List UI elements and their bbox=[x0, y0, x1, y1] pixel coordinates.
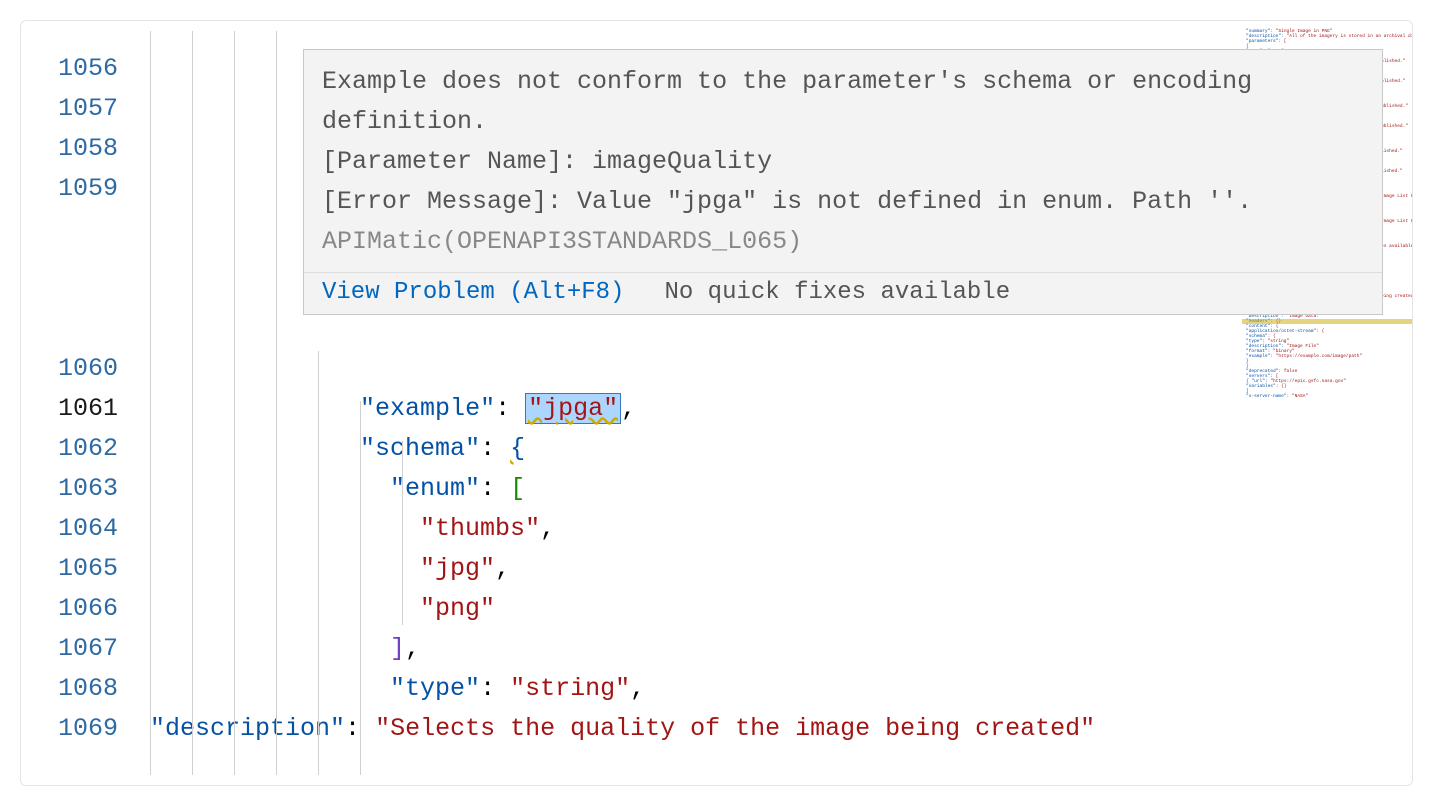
json-string: "string" bbox=[510, 674, 630, 703]
json-key: "type" bbox=[390, 674, 480, 703]
json-key: "enum" bbox=[390, 474, 480, 503]
line-number[interactable]: 1058 bbox=[21, 129, 118, 169]
line-number[interactable]: 1065 bbox=[21, 549, 118, 589]
no-quick-fixes-label: No quick fixes available bbox=[664, 279, 1010, 306]
diagnostic-tooltip: Example does not conform to the paramete… bbox=[303, 49, 1383, 315]
tooltip-text-line: [Parameter Name]: imageQuality bbox=[322, 147, 772, 176]
minimap-line: "x-server-name": "NASA" bbox=[1246, 394, 1408, 399]
line-number[interactable]: 1067 bbox=[21, 629, 118, 669]
tooltip-rule-id: APIMatic(OPENAPI3STANDARDS_L065) bbox=[322, 227, 802, 256]
code-line[interactable]: "png" bbox=[136, 589, 1242, 629]
line-number[interactable]: 1057 bbox=[21, 89, 118, 129]
json-key: "example" bbox=[360, 394, 495, 423]
line-number[interactable]: 1060 bbox=[21, 349, 118, 389]
json-string: "jpg" bbox=[420, 554, 495, 583]
tooltip-text-line: Example does not conform to the paramete… bbox=[322, 67, 1252, 136]
code-line[interactable] bbox=[136, 349, 1242, 389]
code-line[interactable]: "enum": [ bbox=[136, 469, 1242, 509]
json-key: "description" bbox=[150, 714, 345, 743]
json-string: "thumbs" bbox=[420, 514, 540, 543]
line-number[interactable]: 1063 bbox=[21, 469, 118, 509]
view-problem-link[interactable]: View Problem (Alt+F8) bbox=[322, 279, 624, 306]
json-string-selected: "jpga" bbox=[528, 394, 618, 423]
line-number[interactable]: 1059 bbox=[21, 169, 118, 209]
code-line[interactable]: "description": "Selects the quality of t… bbox=[136, 709, 1242, 786]
line-number[interactable]: 1069 bbox=[21, 709, 118, 749]
line-number-gutter: 1056 1057 1058 1059 1060 1061 1062 1063 … bbox=[21, 21, 136, 785]
line-number-current[interactable]: 1061 bbox=[21, 389, 118, 429]
code-line[interactable]: "type": "string", bbox=[136, 669, 1242, 709]
code-line[interactable]: "jpg", bbox=[136, 549, 1242, 589]
line-number[interactable]: 1068 bbox=[21, 669, 118, 709]
code-line[interactable]: ], bbox=[136, 629, 1242, 669]
code-line[interactable]: "schema": { bbox=[136, 429, 1242, 469]
code-editor: 1056 1057 1058 1059 1060 1061 1062 1063 … bbox=[20, 20, 1413, 786]
line-number[interactable]: 1064 bbox=[21, 509, 118, 549]
tooltip-text-line: [Error Message]: Value "jpga" is not def… bbox=[322, 187, 1252, 216]
code-line[interactable]: "example": "jpga", bbox=[136, 389, 1242, 429]
line-number[interactable]: 1066 bbox=[21, 589, 118, 629]
line-number[interactable]: 1056 bbox=[21, 49, 118, 89]
line-number[interactable]: 1062 bbox=[21, 429, 118, 469]
minimap-warning-marker bbox=[1242, 319, 1412, 324]
code-area[interactable]: Example does not conform to the paramete… bbox=[136, 21, 1242, 785]
diagnostic-message: Example does not conform to the paramete… bbox=[304, 50, 1382, 272]
json-string: "png" bbox=[420, 594, 495, 623]
json-key: "schema" bbox=[360, 434, 480, 463]
code-line[interactable]: "thumbs", bbox=[136, 509, 1242, 549]
json-string: "Selects the quality of the image being … bbox=[375, 714, 1095, 743]
